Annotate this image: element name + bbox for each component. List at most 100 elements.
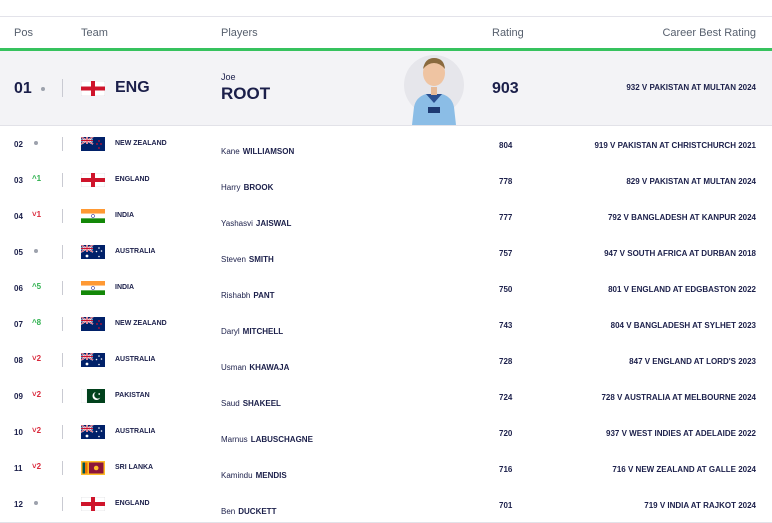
england-flag-icon [81, 81, 105, 96]
rank-position: 10 [14, 428, 23, 437]
rank-position: 05 [14, 248, 23, 257]
team-name: ENGLAND [115, 500, 150, 507]
player-last-name: DUCKETT [238, 507, 277, 516]
team-name: AUSTRALIA [115, 356, 156, 363]
team-name: AUSTRALIA [115, 248, 156, 255]
table-row[interactable]: 03 ^1 ENGLAND Harry BROOK 778 829 V PAKISTAN A… [0, 162, 772, 199]
table-row[interactable]: 12 ENGLAND Ben DUCKETT 701 719 V INDIA AT RAJ… [0, 486, 772, 523]
career-best-rating: 719 V INDIA AT RAJKOT 2024 [644, 501, 756, 510]
player-last-name[interactable]: ROOT [221, 84, 270, 104]
ind-flag-icon [81, 281, 105, 295]
divider [62, 79, 63, 97]
player-name[interactable]: Daryl MITCHELL [221, 327, 283, 336]
divider [62, 461, 63, 475]
top-divider [0, 16, 772, 17]
divider [62, 281, 63, 295]
player-rating: 804 [499, 141, 513, 150]
divider [62, 317, 63, 331]
divider [62, 209, 63, 223]
rank-position: 01 [14, 80, 32, 97]
career-best-rating: 937 V WEST INDIES AT ADELAIDE 2022 [606, 429, 756, 438]
table-row[interactable]: 10 ˅2 AUSTRALIA Marnus LABUSCHAGNE 720 937 V W… [0, 414, 772, 451]
table-row[interactable]: 09 ˅2 PAKISTAN Saud SHAKEEL 724 728 V AUSTRALI… [0, 378, 772, 415]
divider [62, 425, 63, 439]
player-name[interactable]: Steven SMITH [221, 255, 274, 264]
career-best-rating: 804 V BANGLADESH AT SYLHET 2023 [610, 321, 756, 330]
team-name: PAKISTAN [115, 392, 150, 399]
header-pos[interactable]: Pos [14, 27, 33, 39]
player-name[interactable]: Rishabh PANT [221, 291, 275, 300]
movement-down-indicator: ˅2 [32, 390, 41, 399]
no-change-icon [34, 501, 38, 505]
table-row[interactable]: 11 ˅2 SRI LANKA Kamindu MENDIS 716 716 V NEW Z… [0, 450, 772, 487]
team-name: NEW ZEALAND [115, 140, 167, 147]
player-name[interactable]: Saud SHAKEEL [221, 399, 281, 408]
movement-count: 1 [36, 210, 42, 219]
divider [62, 389, 63, 403]
player-last-name: JAISWAL [255, 219, 292, 228]
player-last-name: WILLIAMSON [242, 147, 295, 156]
team-name: NEW ZEALAND [115, 320, 167, 327]
player-rating: 716 [499, 465, 513, 474]
header-career-best[interactable]: Career Best Rating [662, 27, 756, 39]
rank-position: 12 [14, 500, 23, 509]
player-rating: 757 [499, 249, 513, 258]
divider [62, 497, 63, 511]
movement-down-indicator: ˅2 [32, 462, 41, 471]
player-name[interactable]: Marnus LABUSCHAGNE [221, 435, 313, 444]
player-name[interactable]: Ben DUCKETT [221, 507, 276, 516]
movement-down-indicator: ˅1 [32, 210, 41, 219]
featured-row[interactable]: 01 ENG Joe ROOT 903 932 V PAKISTAN AT MU… [0, 51, 772, 126]
movement-count: 5 [36, 282, 42, 291]
team-name: AUSTRALIA [115, 428, 156, 435]
player-name[interactable]: Usman KHAWAJA [221, 363, 289, 372]
aus-flag-icon [81, 353, 105, 367]
career-best-rating: 919 V PAKISTAN AT CHRISTCHURCH 2021 [594, 141, 756, 150]
table-row[interactable]: 07 ^8 NEW ZEALAND Daryl MITCHELL 743 804 V BAN… [0, 306, 772, 343]
eng-flag-icon [81, 173, 105, 187]
movement-up-indicator: ^5 [32, 282, 41, 291]
table-row[interactable]: 06 ^5 INDIA Rishabh PANT 750 801 V ENGLAND AT … [0, 270, 772, 307]
rank-position: 03 [14, 176, 23, 185]
no-change-icon [34, 141, 38, 145]
divider [62, 137, 63, 151]
player-last-name: MENDIS [255, 471, 287, 480]
player-last-name: BROOK [243, 183, 274, 192]
career-best-rating: 728 V AUSTRALIA AT MELBOURNE 2024 [601, 393, 756, 402]
table-row[interactable]: 05 AUSTRALIA Steven SMITH 757 947 V SOUTH AFR… [0, 234, 772, 271]
rank-position: 09 [14, 392, 23, 401]
header-team[interactable]: Team [81, 27, 108, 39]
team-name: INDIA [115, 212, 135, 219]
rank-position: 06 [14, 284, 23, 293]
table-header: Pos Team Players Rating Career Best Rati… [0, 24, 772, 48]
player-rating: 903 [492, 80, 519, 97]
player-last-name: SHAKEEL [242, 399, 281, 408]
player-photo [398, 51, 470, 125]
ind-flag-icon [81, 209, 105, 223]
aus-flag-icon [81, 425, 105, 439]
movement-count: 2 [36, 462, 42, 471]
header-rating[interactable]: Rating [492, 27, 524, 39]
player-name[interactable]: Kamindu MENDIS [221, 471, 287, 480]
nz-flag-icon [81, 137, 105, 151]
career-best-rating: 847 V ENGLAND AT LORD'S 2023 [629, 357, 756, 366]
sl-flag-icon [81, 461, 105, 475]
header-players[interactable]: Players [221, 27, 258, 39]
movement-count: 2 [36, 390, 42, 399]
player-name[interactable]: Harry BROOK [221, 183, 273, 192]
movement-count: 1 [36, 174, 42, 183]
player-last-name: SMITH [248, 255, 274, 264]
rank-position: 11 [14, 464, 23, 473]
player-last-name: LABUSCHAGNE [250, 435, 313, 444]
player-first-name: Harry [221, 183, 241, 192]
player-rating: 728 [499, 357, 513, 366]
table-row[interactable]: 08 ˅2 AUSTRALIA Usman KHAWAJA 728 847 V ENGLAN… [0, 342, 772, 379]
career-best-rating: 932 V PAKISTAN AT MULTAN 2024 [626, 83, 756, 92]
player-name[interactable]: Kane WILLIAMSON [221, 147, 294, 156]
table-row[interactable]: 04 ˅1 INDIA Yashasvi JAISWAL 777 792 V BANGLAD… [0, 198, 772, 235]
player-name[interactable]: Yashasvi JAISWAL [221, 219, 291, 228]
table-row[interactable]: 02 NEW ZEALAND Kane WILLIAMSON 804 919 V PAKI… [0, 126, 772, 163]
player-rating: 777 [499, 213, 513, 222]
rank-position: 08 [14, 356, 23, 365]
player-first-name: Rishabh [221, 291, 251, 300]
